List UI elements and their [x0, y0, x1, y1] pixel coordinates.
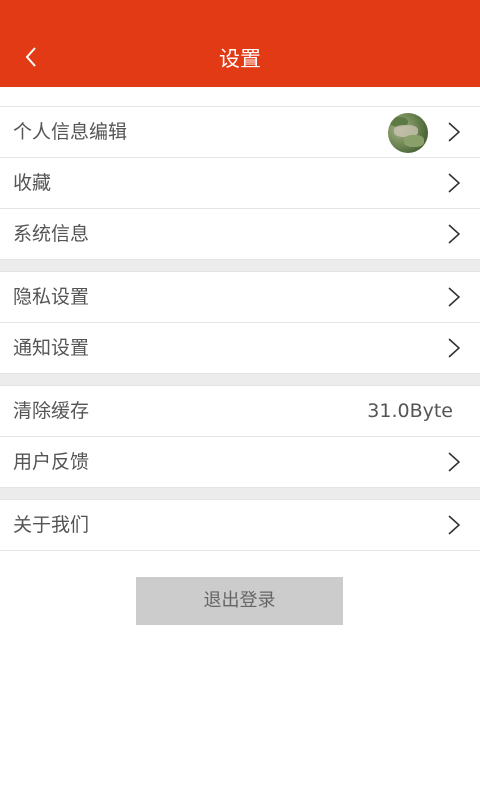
row-notification-settings[interactable]: 通知设置: [0, 323, 480, 374]
row-label: 用户反馈: [13, 451, 90, 473]
row-label: 个人信息编辑: [13, 121, 128, 143]
row-label: 隐私设置: [13, 286, 90, 308]
chevron-right-icon: [448, 515, 460, 535]
section-divider: [0, 488, 480, 500]
chevron-right-icon: [448, 287, 460, 307]
row-about-us[interactable]: 关于我们: [0, 500, 480, 551]
logout-button[interactable]: 退出登录: [136, 577, 343, 625]
chevron-right-icon: [448, 338, 460, 358]
row-label: 清除缓存: [13, 400, 90, 422]
top-bar: 设置: [0, 0, 480, 87]
section-divider: [0, 374, 480, 386]
row-user-feedback[interactable]: 用户反馈: [0, 437, 480, 488]
avatar: [388, 113, 428, 153]
row-label: 收藏: [13, 172, 52, 194]
page-title: 设置: [219, 47, 261, 71]
chevron-right-icon: [448, 122, 460, 142]
chevron-right-icon: [448, 452, 460, 472]
row-system-info[interactable]: 系统信息: [0, 209, 480, 260]
chevron-right-icon: [448, 224, 460, 244]
settings-list: 个人信息编辑 收藏 系统信息 隐私设置 通知设置 清除缓存 31.0Byte 用…: [0, 87, 480, 551]
top-spacer: [0, 87, 480, 107]
row-privacy-settings[interactable]: 隐私设置: [0, 272, 480, 323]
cache-size-value: 31.0Byte: [367, 400, 453, 422]
row-label: 通知设置: [13, 337, 90, 359]
section-divider: [0, 260, 480, 272]
row-favorites[interactable]: 收藏: [0, 158, 480, 209]
row-clear-cache[interactable]: 清除缓存 31.0Byte: [0, 386, 480, 437]
chevron-right-icon: [448, 173, 460, 193]
row-label: 系统信息: [13, 223, 90, 245]
row-label: 关于我们: [13, 514, 90, 536]
row-profile-edit[interactable]: 个人信息编辑: [0, 107, 480, 158]
